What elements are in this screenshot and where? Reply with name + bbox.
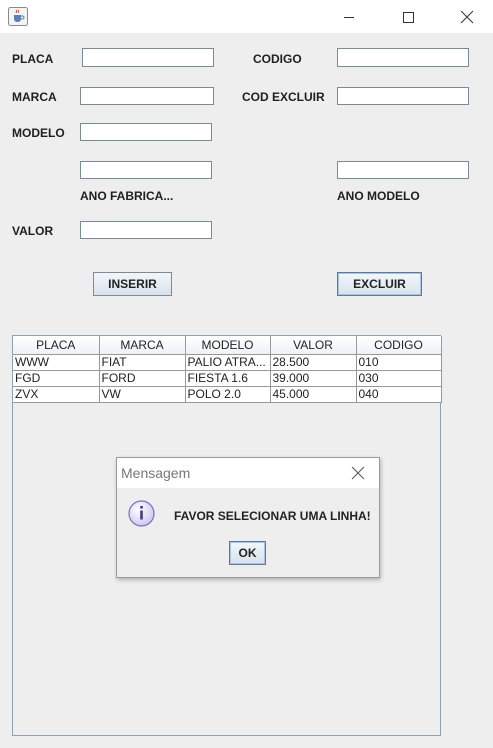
table-cell[interactable]: PALIO ATRA... [185,354,271,371]
table-cell[interactable]: FIESTA 1.6 [185,370,271,387]
codigo-field[interactable] [337,48,469,67]
column-header-placa[interactable]: PLACA [13,336,100,355]
table-cell[interactable]: FGD [13,370,100,387]
table-cell[interactable]: FIAT [99,354,186,371]
table-row[interactable]: WWW FIAT PALIO ATRA... 28.500 010 [13,354,442,371]
valor-field[interactable] [80,221,212,239]
close-button[interactable] [444,0,490,33]
column-header-marca[interactable]: MARCA [99,336,186,355]
minimize-icon [344,16,354,18]
maximize-icon [403,11,414,23]
cod-excluir-label: COD EXCLUIR [242,90,325,104]
minimize-button[interactable] [326,0,372,33]
ano-modelo-label: ANO MODELO [337,189,420,203]
ano-fabrica-label: ANO FABRICA... [80,189,174,203]
table-cell[interactable]: 45.000 [270,386,357,403]
table-cell[interactable]: VW [99,386,186,403]
title-bar [0,0,493,33]
close-icon [460,10,474,23]
column-header-valor[interactable]: VALOR [270,336,357,355]
table-cell[interactable]: WWW [13,354,100,371]
ano-modelo-field[interactable] [337,161,469,179]
inserir-button[interactable]: INSERIR [93,272,172,296]
close-icon [351,466,365,480]
table-cell[interactable]: 030 [356,370,442,387]
table-row[interactable]: ZVX VW POLO 2.0 45.000 040 [13,386,442,403]
placa-label: PLACA [12,52,54,66]
ano-fabrica-field[interactable] [80,161,212,179]
maximize-button[interactable] [385,0,431,33]
codigo-label: CODIGO [253,52,302,66]
table-cell[interactable]: 040 [356,386,442,403]
table-cell[interactable]: FORD [99,370,186,387]
message-dialog: Mensagem FAVOR SELECIONAR UMA LINHA! OK [116,457,380,578]
placa-field[interactable] [82,48,214,67]
cod-excluir-field[interactable] [337,87,469,105]
table-header-row: PLACA MARCA MODELO VALOR CODIGO [13,336,442,355]
valor-label: VALOR [12,224,54,238]
table-cell[interactable]: ZVX [13,386,100,403]
java-cup-icon[interactable] [8,7,28,26]
dialog-message: FAVOR SELECIONAR UMA LINHA! [174,509,371,523]
cars-table[interactable]: PLACA MARCA MODELO VALOR CODIGO WWW FIAT… [13,336,442,403]
table-cell[interactable]: 28.500 [270,354,357,371]
info-icon [128,500,155,527]
marca-label: MARCA [12,90,57,104]
dialog-close-button[interactable] [345,463,371,483]
table-cell[interactable]: 39.000 [270,370,357,387]
excluir-button[interactable]: EXCLUIR [337,272,422,296]
dialog-title-bar[interactable]: Mensagem [117,458,379,488]
dialog-title: Mensagem [121,465,191,481]
table-cell[interactable]: 010 [356,354,442,371]
table-row[interactable]: FGD FORD FIESTA 1.6 39.000 030 [13,370,442,387]
modelo-field[interactable] [80,123,212,141]
modelo-label: MODELO [12,126,65,140]
marca-field[interactable] [80,87,214,105]
table-cell[interactable]: POLO 2.0 [185,386,271,403]
ok-button[interactable]: OK [229,541,266,565]
column-header-modelo[interactable]: MODELO [185,336,271,355]
column-header-codigo[interactable]: CODIGO [356,336,442,355]
